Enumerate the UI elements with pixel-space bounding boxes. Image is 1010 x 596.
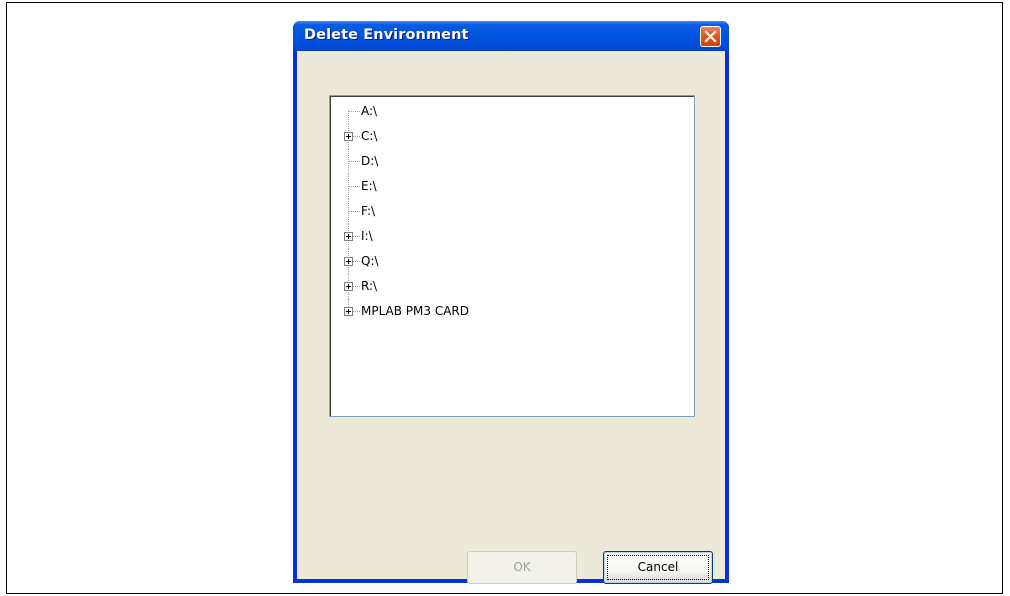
- tree-item-r[interactable]: R:\: [330, 274, 690, 299]
- expand-plus-icon[interactable]: [344, 232, 353, 241]
- tree-connector: [348, 186, 360, 187]
- cancel-button[interactable]: Cancel: [603, 551, 713, 584]
- tree-item-f[interactable]: F:\: [330, 199, 690, 224]
- tree-connector: [348, 211, 360, 212]
- tree-item-label: C:\: [361, 129, 378, 143]
- dialog-body: A:\ C:\ D:\ E:\ F:\ I:\ Q:\ R:\ MPLAB PM…: [297, 51, 725, 584]
- ok-button[interactable]: OK: [467, 551, 577, 584]
- tree-item-a[interactable]: A:\: [330, 99, 690, 124]
- tree-item-q[interactable]: Q:\: [330, 249, 690, 274]
- expand-plus-icon[interactable]: [344, 282, 353, 291]
- tree-item-c[interactable]: C:\: [330, 124, 690, 149]
- tree-item-label: A:\: [361, 104, 378, 118]
- dialog-title: Delete Environment: [304, 27, 469, 43]
- drive-tree-view[interactable]: A:\ C:\ D:\ E:\ F:\ I:\ Q:\ R:\ MPLAB PM…: [329, 95, 695, 417]
- tree-item-i[interactable]: I:\: [330, 224, 690, 249]
- tree-connector: [348, 161, 360, 162]
- tree-item-label: I:\: [361, 229, 373, 243]
- delete-environment-dialog: Delete Environment A:\ C:\ D:\ E:\ F:\ I…: [293, 21, 729, 584]
- tree-item-mplab-pm3-card[interactable]: MPLAB PM3 CARD: [330, 299, 690, 324]
- cancel-button-label: Cancel: [637, 560, 679, 574]
- tree-item-label: F:\: [361, 204, 376, 218]
- expand-plus-icon[interactable]: [344, 257, 353, 266]
- expand-plus-icon[interactable]: [344, 132, 353, 141]
- tree-item-label: R:\: [361, 279, 378, 293]
- tree-item-label: D:\: [361, 154, 379, 168]
- tree-item-label: MPLAB PM3 CARD: [361, 304, 470, 318]
- tree-connector: [348, 111, 360, 112]
- expand-plus-icon[interactable]: [344, 307, 353, 316]
- tree-item-d[interactable]: D:\: [330, 149, 690, 174]
- tree-item-label: Q:\: [361, 254, 379, 268]
- tree-connector: [348, 111, 349, 124]
- close-button[interactable]: [700, 26, 721, 47]
- tree-item-e[interactable]: E:\: [330, 174, 690, 199]
- title-bar[interactable]: Delete Environment: [293, 21, 729, 51]
- close-icon: [704, 30, 717, 43]
- tree-item-label: E:\: [361, 179, 377, 193]
